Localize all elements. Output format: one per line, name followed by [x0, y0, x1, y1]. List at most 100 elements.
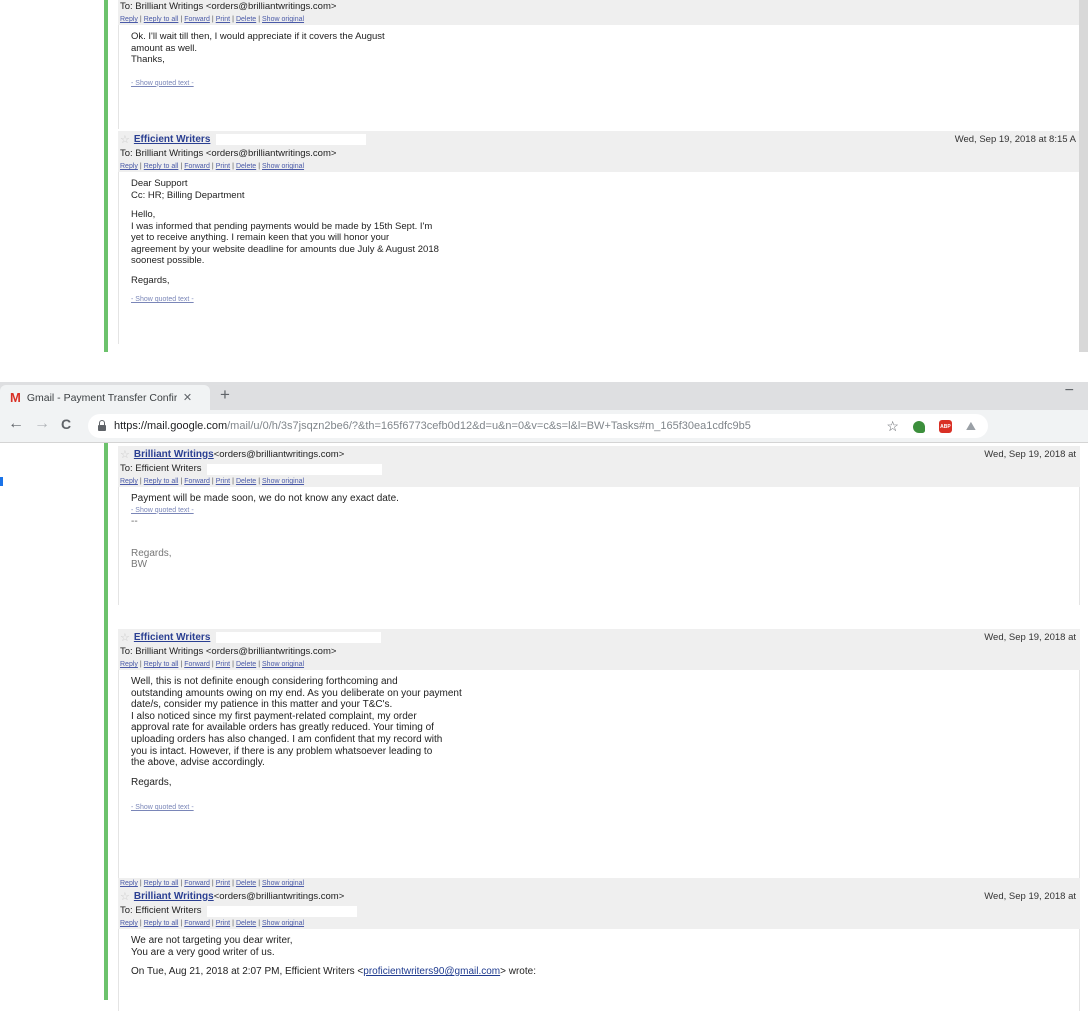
message-date: Wed, Sep 19, 2018 at [984, 632, 1076, 643]
show-original-link[interactable]: Show original [262, 163, 304, 170]
reply-all-link[interactable]: Reply to all [144, 16, 179, 23]
adblock-icon[interactable]: ABP [938, 420, 952, 433]
reply-all-link[interactable]: Reply to all [144, 163, 179, 170]
new-tab-button[interactable]: + [220, 385, 230, 405]
body-line: Cc: HR; Billing Department [131, 189, 245, 201]
show-original-link[interactable]: Show original [262, 661, 304, 668]
email-message: ☆ Brilliant Writings <orders@brilliantwr… [118, 888, 1080, 1011]
show-original-link[interactable]: Show original [262, 920, 304, 927]
sender-name[interactable]: Efficient Writers [134, 632, 211, 643]
body-line: yet to receive anything. I remain keen t… [131, 232, 390, 243]
delete-link[interactable]: Delete [236, 661, 256, 668]
forward-link[interactable]: Forward [184, 661, 210, 668]
email-link[interactable]: proficientwriters90@gmail.com [363, 966, 500, 977]
reply-link[interactable]: Reply [120, 16, 138, 23]
sender-name[interactable]: Brilliant Writings [134, 449, 214, 460]
body-line: Ok. I'll wait till then, I would appreci… [131, 31, 385, 42]
delete-link[interactable]: Delete [236, 16, 256, 23]
redaction-box [207, 905, 358, 917]
quote-intro-text: On Tue, Aug 21, 2018 at 2:07 PM, Efficie… [131, 966, 364, 977]
reply-link[interactable]: Reply [120, 163, 138, 170]
star-icon[interactable]: ☆ [120, 448, 130, 461]
forward-arrow-icon[interactable]: → [34, 415, 50, 433]
recipient-line: To: Brilliant Writings <orders@brilliant… [120, 646, 337, 657]
show-quoted-text-link[interactable]: - Show quoted text - [131, 802, 1079, 814]
reply-link[interactable]: Reply [120, 661, 138, 668]
forward-link[interactable]: Forward [184, 880, 210, 887]
delete-link[interactable]: Delete [236, 920, 256, 927]
tab-title: Gmail - Payment Transfer Confir [26, 391, 177, 404]
scrollbar[interactable] [1079, 0, 1088, 352]
show-quoted-text-link[interactable]: - Show quoted text - [131, 78, 1079, 90]
minimize-button[interactable]: − [1065, 382, 1074, 400]
reload-icon[interactable]: C [61, 416, 71, 432]
body-line: Regards, [131, 776, 172, 788]
print-link[interactable]: Print [216, 163, 230, 170]
tab-strip: M Gmail - Payment Transfer Confir ✕ + − [0, 382, 1088, 410]
message-body: Ok. I'll wait till then, I would appreci… [118, 25, 1080, 129]
forward-link[interactable]: Forward [184, 920, 210, 927]
show-quoted-text-link[interactable]: - Show quoted text - [131, 294, 1079, 306]
recipient-line: To: Brilliant Writings <orders@brilliant… [120, 148, 337, 159]
show-original-link[interactable]: Show original [262, 16, 304, 23]
delete-link[interactable]: Delete [236, 880, 256, 887]
star-icon[interactable]: ☆ [120, 133, 130, 146]
show-original-link[interactable]: Show original [262, 478, 304, 485]
print-link[interactable]: Print [216, 661, 230, 668]
sender-name[interactable]: Brilliant Writings [134, 891, 214, 902]
previous-screenshot: To: Brilliant Writings <orders@brilliant… [0, 0, 1088, 382]
show-quoted-text-link[interactable]: - Show quoted text - [131, 505, 1079, 517]
sender-name[interactable]: Efficient Writers [134, 134, 211, 145]
forward-link[interactable]: Forward [184, 163, 210, 170]
extension-icon[interactable] [912, 420, 925, 433]
lock-icon [98, 420, 106, 431]
signature-line: Regards, [131, 547, 172, 559]
signature-separator: -- [131, 516, 138, 527]
delete-link[interactable]: Delete [236, 478, 256, 485]
close-tab-icon[interactable]: ✕ [183, 391, 192, 404]
body-line: I was informed that pending payments wou… [131, 220, 433, 232]
print-link[interactable]: Print [216, 920, 230, 927]
body-line: Thanks, [131, 54, 165, 65]
body-line: I also noticed since my first payment-re… [131, 710, 417, 722]
show-original-link[interactable]: Show original [262, 880, 304, 887]
reply-all-link[interactable]: Reply to all [144, 478, 179, 485]
sender-email: <orders@brilliantwritings.com> [213, 890, 345, 902]
print-link[interactable]: Print [216, 16, 230, 23]
body-line: uploading orders has also changed. I am … [131, 733, 443, 745]
body-line: soonest possible. [131, 255, 205, 266]
redaction-box [207, 463, 383, 475]
print-link[interactable]: Print [216, 880, 230, 887]
recipient-line: To: Efficient Writers [118, 904, 1080, 918]
reply-all-link[interactable]: Reply to all [144, 920, 179, 927]
forward-link[interactable]: Forward [184, 16, 210, 23]
signature-line: BW [131, 559, 148, 570]
message-body: Payment will be made soon, we do not kno… [118, 487, 1080, 605]
delete-link[interactable]: Delete [236, 163, 256, 170]
message-date: Wed, Sep 19, 2018 at [984, 891, 1076, 902]
bookmark-star-icon[interactable]: ☆ [886, 418, 899, 435]
sender-line: ☆ Brilliant Writings <orders@brilliantwr… [118, 446, 1080, 462]
reply-all-link[interactable]: Reply to all [144, 661, 179, 668]
message-body: Dear Support Cc: HR; Billing Department … [118, 172, 1080, 344]
body-line: agreement by your website deadline for a… [131, 243, 439, 255]
message-actions: Reply | Reply to all | Forward | Print | Delete |… [120, 163, 305, 170]
body-line: date/s, consider my patience in this mat… [131, 699, 393, 711]
extension-icon[interactable]: ⛰ [966, 419, 976, 434]
sender-email: <orders@brilliantwritings.com> [213, 448, 345, 460]
reply-link[interactable]: Reply [120, 478, 138, 485]
sender-line: ☆ Efficient Writers [118, 629, 1080, 645]
forward-link[interactable]: Forward [184, 478, 210, 485]
print-link[interactable]: Print [216, 478, 230, 485]
reply-link[interactable]: Reply [120, 880, 138, 887]
address-bar[interactable]: https://mail.google.com /mail/u/0/h/3s7j… [88, 414, 988, 438]
star-icon[interactable]: ☆ [120, 890, 130, 903]
email-message: ☆ Efficient Writers Wed, Sep 19, 2018 at… [118, 629, 1080, 890]
reply-link[interactable]: Reply [120, 920, 138, 927]
star-icon[interactable]: ☆ [120, 631, 130, 644]
message-body: Well, this is not definite enough consid… [118, 670, 1080, 878]
browser-tab[interactable]: M Gmail - Payment Transfer Confir ✕ [0, 385, 210, 410]
back-arrow-icon[interactable]: ← [8, 415, 24, 433]
message-actions: Reply | Reply to all | Forward | Print | Delete |… [120, 478, 305, 485]
reply-all-link[interactable]: Reply to all [144, 880, 179, 887]
